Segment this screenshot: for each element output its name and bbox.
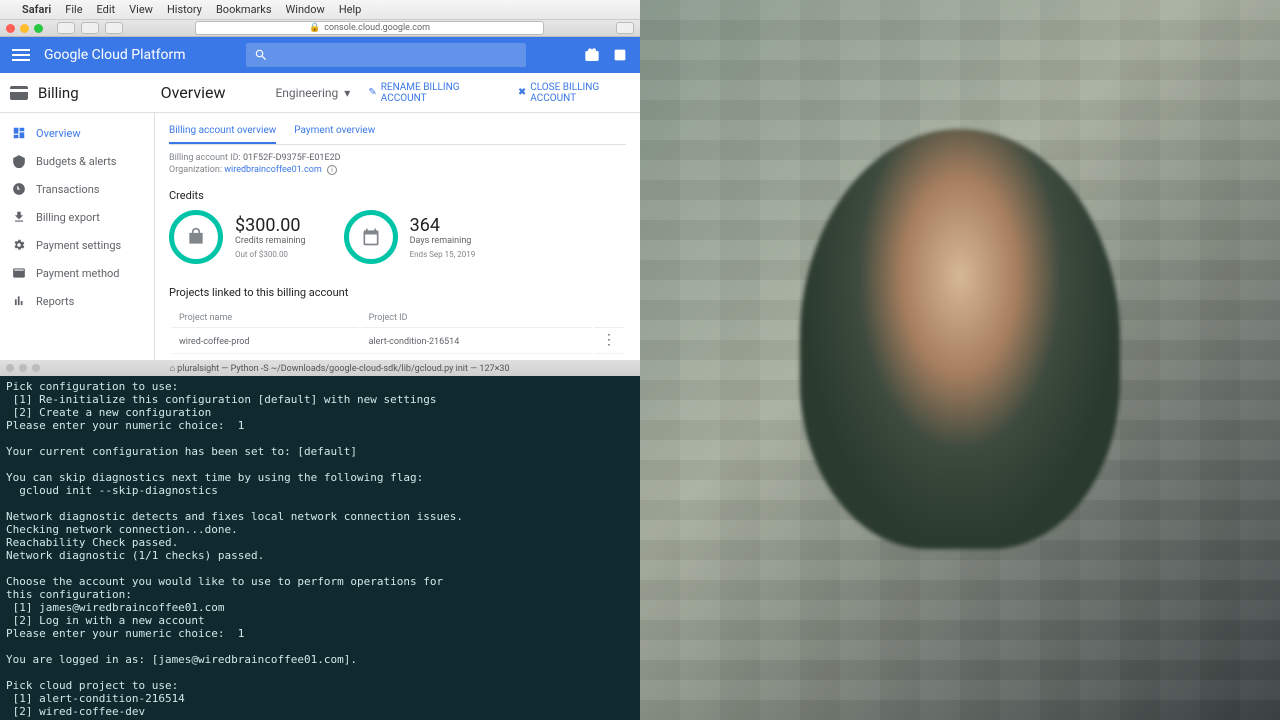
safari-toolbar: 🔒 console.cloud.google.com [0, 20, 640, 37]
sidebar-item-budgets[interactable]: Budgets & alerts [0, 147, 154, 175]
url-text: console.cloud.google.com [324, 23, 430, 33]
sidebar-item-export[interactable]: Billing export [0, 203, 154, 231]
sidebar-toggle-button[interactable] [105, 22, 123, 34]
days-amount: 364 [410, 215, 476, 236]
mac-menu-bookmarks[interactable]: Bookmarks [216, 3, 272, 16]
table-row: wired-coffee-prod alert-condition-216514… [171, 330, 624, 354]
dashboard-icon [12, 126, 26, 140]
credits-remaining-card: $300.00 Credits remaining Out of $300.00 [169, 210, 306, 264]
address-bar[interactable]: 🔒 console.cloud.google.com [195, 21, 544, 35]
terminal-window: ⌂ pluralsight — Python -S ~/Downloads/go… [0, 360, 640, 720]
sidebar-label: Budgets & alerts [36, 155, 116, 168]
home-icon: ⌂ [169, 364, 174, 374]
decorative-photo [640, 0, 1280, 720]
close-billing-button[interactable]: ✖ CLOSE BILLING ACCOUNT [518, 82, 640, 104]
project-selector[interactable]: Engineering ▾ [275, 86, 350, 100]
sidebar-item-overview[interactable]: Overview [0, 119, 154, 147]
hamburger-menu-icon[interactable] [12, 49, 30, 61]
search-input[interactable] [246, 43, 526, 67]
gift-icon[interactable] [584, 47, 600, 63]
card-icon [12, 266, 26, 280]
credits-amount: $300.00 [235, 215, 306, 236]
org-label: Organization: [169, 165, 222, 175]
main-content: Billing account overview Payment overvie… [155, 113, 640, 360]
account-icon[interactable] [612, 47, 628, 63]
billing-header: Billing Overview Engineering ▾ ✎ RENAME … [0, 73, 640, 113]
chevron-down-icon: ▾ [344, 86, 350, 100]
billing-icon [10, 86, 28, 100]
rename-billing-button[interactable]: ✎ RENAME BILLING ACCOUNT [368, 82, 500, 104]
budget-icon [12, 154, 26, 168]
gcp-top-bar: Google Cloud Platform [0, 37, 640, 73]
mac-app-name[interactable]: Safari [22, 3, 51, 16]
page-title: Overview [161, 83, 226, 102]
pencil-icon: ✎ [368, 87, 376, 98]
term-close-icon[interactable] [6, 364, 14, 372]
tab-billing-overview[interactable]: Billing account overview [169, 125, 276, 144]
billing-label: Billing [38, 84, 79, 102]
reload-button[interactable] [616, 22, 634, 34]
account-id-value: 01F52F-D9375F-E01E2D [243, 153, 341, 163]
sidebar-item-settings[interactable]: Payment settings [0, 231, 154, 259]
days-label: Days remaining [410, 236, 476, 246]
term-max-icon[interactable] [32, 364, 40, 372]
terminal-output[interactable]: Pick configuration to use: [1] Re-initia… [0, 376, 640, 720]
sidebar-label: Billing export [36, 211, 100, 224]
col-project-id: Project ID [361, 309, 592, 328]
gear-icon [12, 238, 26, 252]
projects-heading: Projects linked to this billing account [169, 286, 626, 299]
clock-icon [12, 182, 26, 196]
close-icon: ✖ [518, 87, 526, 98]
minimize-window-icon[interactable] [20, 24, 29, 33]
ends-label: Ends Sep 15, 2019 [410, 250, 476, 259]
project-name-cell: wired-coffee-prod [171, 330, 359, 354]
days-ring-icon [344, 210, 398, 264]
gcp-title: Google Cloud Platform [44, 47, 186, 63]
mac-menu-edit[interactable]: Edit [97, 3, 116, 16]
org-link[interactable]: wiredbraincoffee01.com [224, 165, 322, 175]
sidebar-label: Payment settings [36, 239, 121, 252]
sidebar-label: Overview [36, 127, 81, 140]
credits-ring-icon [169, 210, 223, 264]
terminal-title: ⌂ pluralsight — Python -S ~/Downloads/go… [45, 363, 634, 374]
mac-menu-file[interactable]: File [65, 3, 82, 16]
credits-remaining-label: Credits remaining [235, 236, 306, 246]
sidebar-item-transactions[interactable]: Transactions [0, 175, 154, 203]
chart-icon [12, 294, 26, 308]
info-icon[interactable]: i [327, 165, 337, 175]
rename-label: RENAME BILLING ACCOUNT [381, 82, 500, 104]
sidebar-label: Transactions [36, 183, 99, 196]
credits-heading: Credits [169, 189, 626, 202]
account-id-label: Billing account ID: [169, 153, 241, 163]
tab-payment-overview[interactable]: Payment overview [294, 125, 375, 144]
search-icon [254, 48, 268, 62]
back-button[interactable] [57, 22, 75, 34]
calendar-icon [361, 227, 381, 247]
row-menu-icon[interactable]: ⋮ [602, 332, 616, 348]
forward-button[interactable] [81, 22, 99, 34]
sidebar-label: Reports [36, 295, 74, 308]
window-controls [6, 24, 43, 33]
term-min-icon[interactable] [19, 364, 27, 372]
maximize-window-icon[interactable] [34, 24, 43, 33]
days-remaining-card: 364 Days remaining Ends Sep 15, 2019 [344, 210, 476, 264]
col-project-name: Project name [171, 309, 359, 328]
sidebar: Overview Budgets & alerts Transactions B… [0, 113, 155, 360]
mac-menubar: Safari File Edit View History Bookmarks … [0, 0, 640, 20]
mac-menu-history[interactable]: History [167, 3, 202, 16]
project-selector-label: Engineering [275, 86, 338, 100]
export-icon [12, 210, 26, 224]
bag-icon [186, 227, 206, 247]
mac-menu-help[interactable]: Help [339, 3, 362, 16]
sidebar-item-reports[interactable]: Reports [0, 287, 154, 315]
close-window-icon[interactable] [6, 24, 15, 33]
mac-menu-view[interactable]: View [129, 3, 153, 16]
sidebar-label: Payment method [36, 267, 119, 280]
close-label: CLOSE BILLING ACCOUNT [530, 82, 640, 104]
sidebar-item-method[interactable]: Payment method [0, 259, 154, 287]
project-id-cell: alert-condition-216514 [361, 330, 592, 354]
mac-menu-window[interactable]: Window [286, 3, 325, 16]
credits-outof: Out of $300.00 [235, 250, 306, 259]
